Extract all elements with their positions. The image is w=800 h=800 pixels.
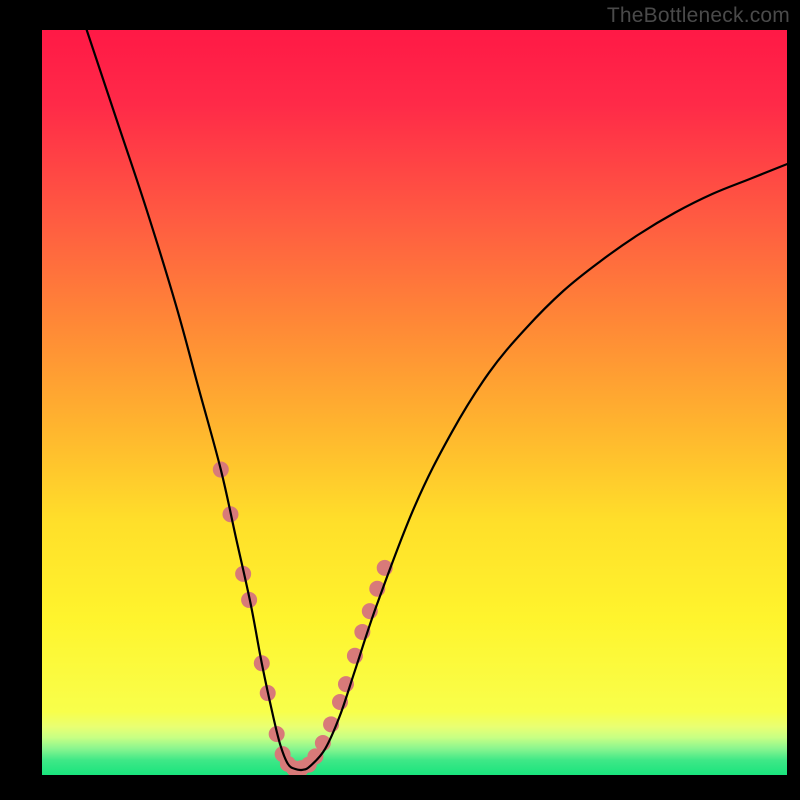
bottleneck-curve xyxy=(87,30,787,770)
watermark-label: TheBottleneck.com xyxy=(607,4,790,28)
curve-overlay xyxy=(42,30,787,775)
marker-layer xyxy=(213,462,393,775)
chart-frame: TheBottleneck.com xyxy=(0,0,800,800)
plot-area xyxy=(42,30,787,775)
